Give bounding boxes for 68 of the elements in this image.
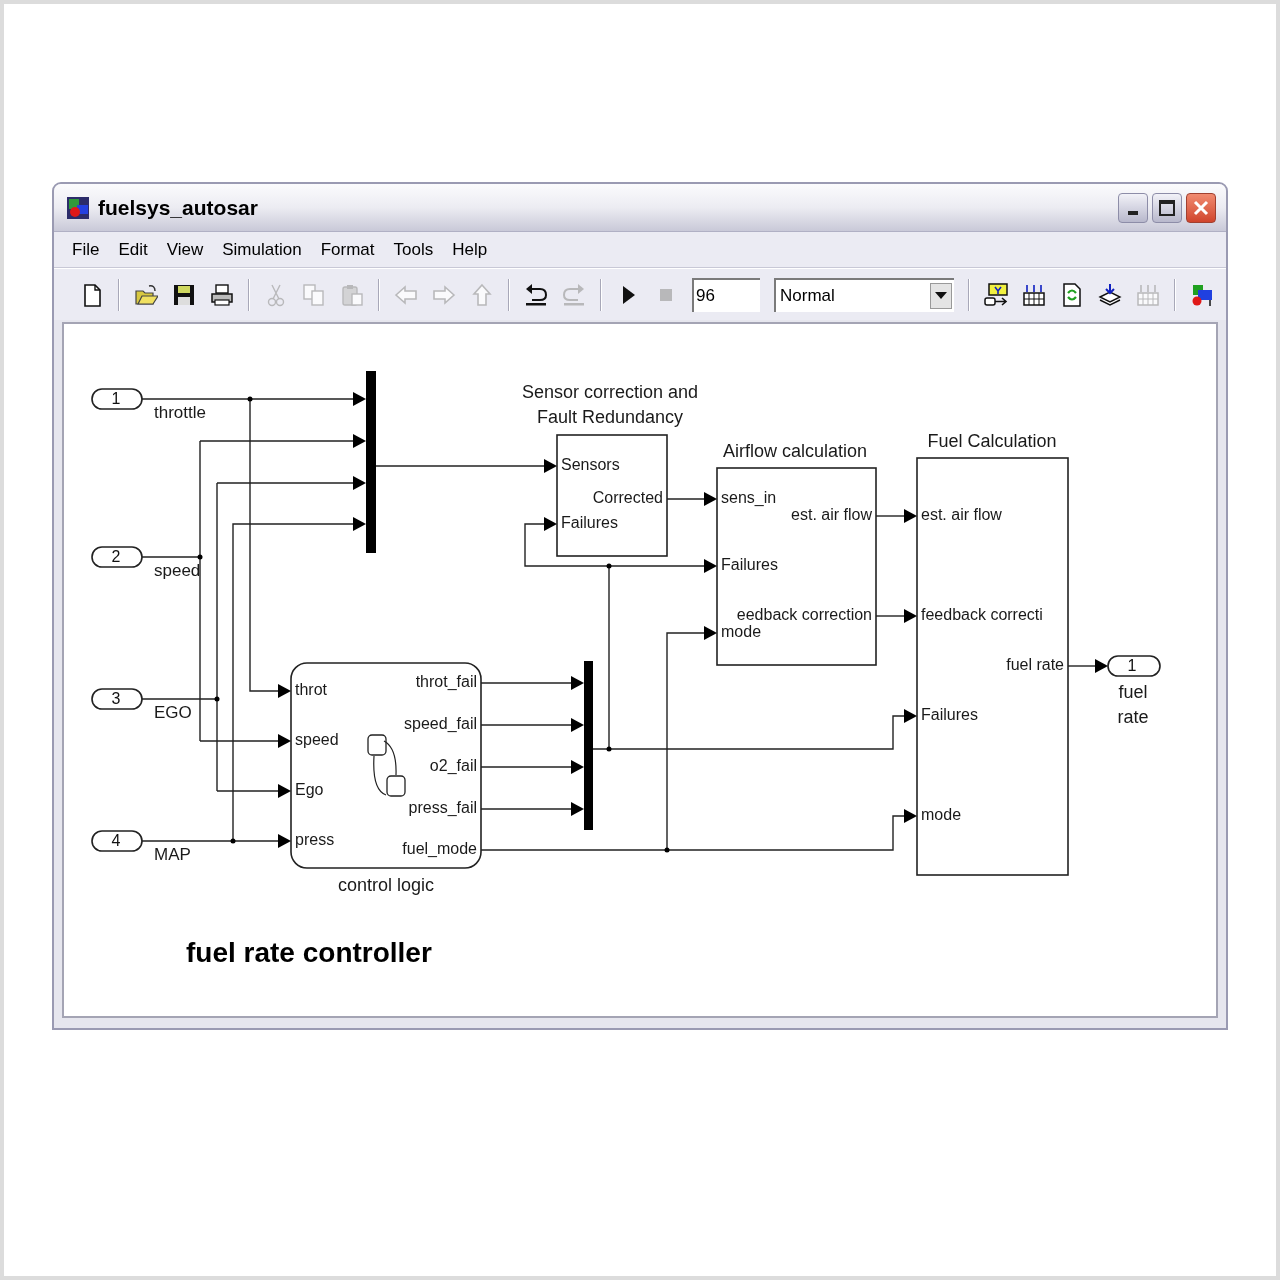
port-label: throt (295, 681, 327, 699)
folder-icon[interactable] (134, 282, 158, 307)
signal-label: throttle (154, 403, 206, 423)
inport-block: 4 (91, 830, 143, 852)
port-label: press (295, 831, 335, 849)
state-chart-icon (367, 734, 406, 797)
inport-block: 1 (91, 388, 143, 410)
signal-line (666, 492, 717, 506)
signal-label: speed (154, 561, 201, 581)
colored-blocks-icon[interactable] (1190, 282, 1214, 307)
port-label: fuel_mode (402, 840, 477, 858)
port-label: Sensors (561, 456, 620, 474)
app-icon (66, 195, 90, 220)
menu-item[interactable]: Format (320, 236, 375, 263)
port-label: o2_fail (429, 757, 477, 775)
menu-item[interactable]: Edit (118, 236, 148, 263)
block-title: Fuel Calculation (927, 430, 1057, 451)
port-label: eedback correction (736, 606, 872, 624)
block-title: Fault Redundancy (536, 406, 684, 427)
port-label: sens_in (721, 489, 777, 507)
block-title: Airflow calculation (722, 440, 868, 461)
block-title: Sensor correction and (521, 381, 699, 402)
signal-label: rate (1117, 706, 1149, 727)
port-label: Failures (561, 514, 618, 532)
signal-label: EGO (154, 703, 192, 723)
maximize-button[interactable] (1152, 192, 1182, 223)
signal-label: fuel (1118, 681, 1148, 702)
undo-icon[interactable] (524, 282, 548, 307)
port-label: speed_fail (404, 715, 477, 733)
menu-item[interactable]: Tools (393, 236, 434, 263)
grid-icon[interactable] (1022, 282, 1046, 307)
menu-item[interactable]: Simulation (222, 236, 302, 263)
signal-label: MAP (154, 845, 191, 865)
port-label: Ego (295, 781, 324, 799)
close-icon (1193, 199, 1209, 216)
port-label: feedback correcti (921, 606, 1043, 624)
port-label: Failures (921, 706, 978, 724)
port-label: speed (295, 731, 339, 749)
port-label: mode (721, 623, 762, 641)
menu-item[interactable]: Help (452, 236, 488, 263)
menu-item[interactable]: View (166, 236, 204, 263)
stacked-layers-icon[interactable] (1098, 282, 1122, 307)
menu-item[interactable]: File (72, 236, 100, 263)
model-caption: fuel rate controller (186, 937, 432, 969)
simulation-mode-dropdown[interactable]: Normal (774, 277, 954, 312)
port-label: est. air flow (921, 506, 1002, 524)
minimize-button[interactable] (1118, 192, 1148, 223)
close-button[interactable] (1186, 192, 1216, 223)
caret-icon (935, 292, 947, 299)
document-refresh-icon[interactable] (1060, 282, 1084, 307)
port-label: mode (921, 806, 962, 824)
port-label: throt_fail (415, 673, 477, 691)
stop-time-field[interactable]: 96 (692, 277, 760, 312)
inport-block: 2 (91, 546, 143, 568)
maximize-icon (1159, 199, 1175, 216)
signal-line (1067, 659, 1108, 673)
inport-block: 3 (91, 688, 143, 710)
box-arrow-icon[interactable] (984, 282, 1008, 307)
printer-icon[interactable] (210, 282, 234, 307)
port-label: fuel rate (1006, 656, 1064, 674)
outport-block: 1 (1107, 655, 1161, 677)
port-label: Failures (721, 556, 778, 574)
port-label: press_fail (408, 799, 477, 817)
port-label: Corrected (592, 489, 663, 507)
port-label: est. air flow (791, 506, 872, 524)
minimize-icon (1128, 210, 1138, 215)
window-title: fuelsys_autosar (98, 194, 258, 221)
block-title: control logic (338, 874, 434, 895)
